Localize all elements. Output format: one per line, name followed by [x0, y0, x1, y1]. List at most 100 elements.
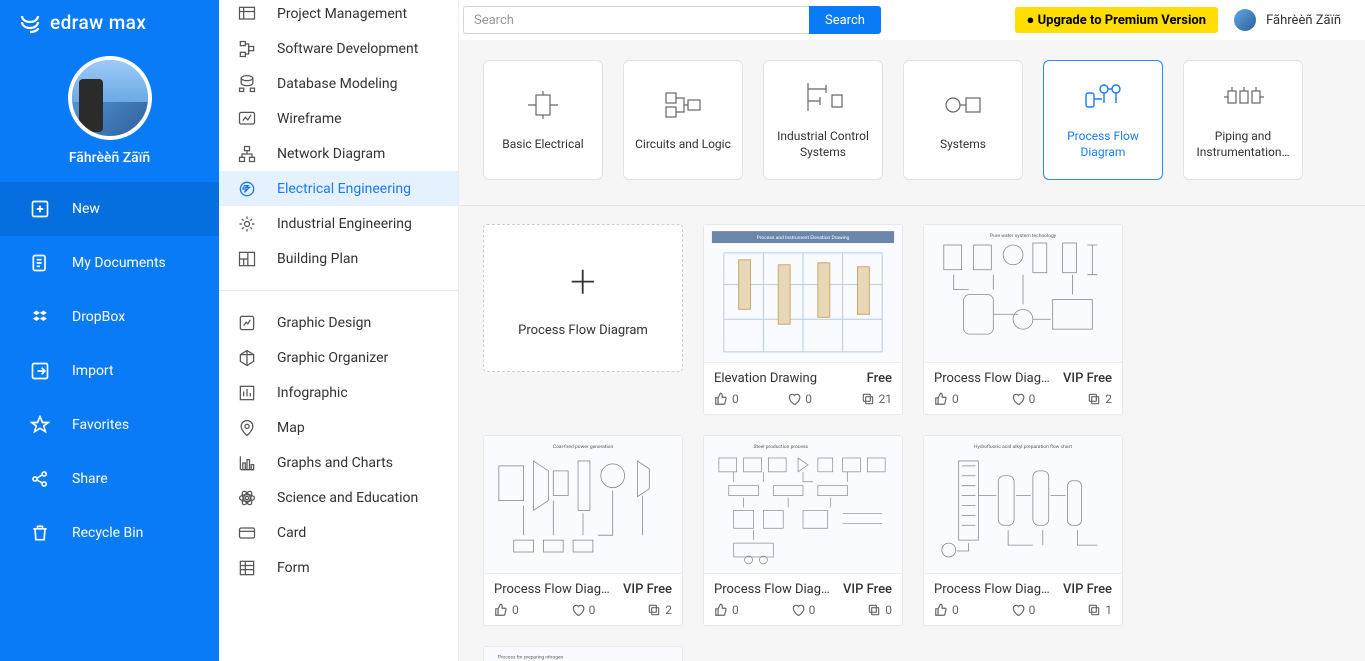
- svg-text:Steel production process: Steel production process: [754, 444, 809, 450]
- nav-dropbox[interactable]: DropBox: [0, 290, 219, 344]
- infographic-icon: [237, 383, 257, 403]
- fav-count[interactable]: 0: [787, 392, 812, 406]
- copy-count[interactable]: 2: [1087, 392, 1112, 406]
- map-icon: [237, 418, 257, 438]
- cat-graphs-charts[interactable]: Graphs and Charts: [219, 445, 458, 480]
- search-input[interactable]: [463, 6, 809, 34]
- like-count[interactable]: 0: [714, 603, 739, 617]
- copy-count[interactable]: 2: [647, 603, 672, 617]
- template-card[interactable]: Process for preparing nitrogen: [483, 646, 683, 661]
- cat-label: Industrial Engineering: [277, 216, 412, 232]
- heart-icon: [1011, 603, 1025, 617]
- cat-map[interactable]: Map: [219, 410, 458, 445]
- cat-graphic-organizer[interactable]: Graphic Organizer: [219, 340, 458, 375]
- copy-icon: [647, 603, 661, 617]
- tile-label: Piping and Instrumentation…: [1190, 129, 1296, 160]
- systems-icon: [938, 87, 988, 123]
- template-title: Process Flow Diag…: [714, 582, 830, 597]
- thumbs-up-icon: [714, 603, 728, 617]
- tile-industrial-control[interactable]: Industrial Control Systems: [763, 60, 883, 180]
- template-card[interactable]: Steel production process Process Flow Di…: [703, 435, 903, 626]
- fav-count[interactable]: 0: [1011, 603, 1036, 617]
- new-diagram-card[interactable]: + Process Flow Diagram: [483, 224, 683, 372]
- tile-label: Systems: [940, 137, 986, 153]
- cat-form[interactable]: Form: [219, 550, 458, 585]
- cat-card[interactable]: Card: [219, 515, 458, 550]
- share-icon: [30, 469, 50, 489]
- fav-count[interactable]: 0: [571, 603, 596, 617]
- form-icon: [237, 558, 257, 578]
- cat-label: Map: [277, 420, 305, 436]
- cat-wireframe[interactable]: Wireframe: [219, 101, 458, 136]
- template-card[interactable]: Coal-fired power generation Process Flow…: [483, 435, 683, 626]
- cat-database-modeling[interactable]: Database Modeling: [219, 66, 458, 101]
- cat-software-development[interactable]: Software Development: [219, 31, 458, 66]
- copy-count[interactable]: 1: [1087, 603, 1112, 617]
- fav-count[interactable]: 0: [1011, 392, 1036, 406]
- template-card[interactable]: Hydrofluoric acid alkyl preparation flow…: [923, 435, 1123, 626]
- fav-count[interactable]: 0: [791, 603, 816, 617]
- cat-electrical-engineering[interactable]: Electrical Engineering: [219, 171, 458, 206]
- nav-share[interactable]: Share: [0, 452, 219, 506]
- template-card[interactable]: Process and Instrument Elevation Drawing…: [703, 224, 903, 415]
- thumbnail: Process and Instrument Elevation Drawing: [704, 225, 902, 363]
- category-sidebar: Project Management Software Development …: [219, 0, 459, 661]
- thumbnail: Process for preparing nitrogen: [484, 647, 682, 661]
- thumbs-up-icon: [934, 392, 948, 406]
- cat-infographic[interactable]: Infographic: [219, 375, 458, 410]
- nav-my-documents[interactable]: My Documents: [0, 236, 219, 290]
- template-tag: VIP Free: [623, 582, 672, 597]
- cat-label: Card: [277, 525, 306, 541]
- avatar-small: [1234, 9, 1256, 31]
- svg-text:Process and Instrument Elevati: Process and Instrument Elevation Drawing: [757, 235, 850, 241]
- tile-piping[interactable]: Piping and Instrumentation…: [1183, 60, 1303, 180]
- thumbnail: Pure water system technology: [924, 225, 1122, 363]
- copy-count[interactable]: 21: [861, 392, 893, 406]
- nav-import[interactable]: Import: [0, 344, 219, 398]
- nav-new[interactable]: New: [0, 182, 219, 236]
- cat-science-education[interactable]: Science and Education: [219, 480, 458, 515]
- template-card[interactable]: Pure water system technology Process Flo…: [923, 224, 1123, 415]
- template-grid: + Process Flow Diagram Process and Instr…: [483, 224, 1341, 661]
- nav-favorites-label: Favorites: [72, 417, 129, 433]
- new-card-label: Process Flow Diagram: [518, 323, 648, 338]
- nav-recycle-bin[interactable]: Recycle Bin: [0, 506, 219, 560]
- tile-process-flow[interactable]: Process Flow Diagram: [1043, 60, 1163, 180]
- building-icon: [237, 249, 257, 269]
- cat-graphic-design[interactable]: Graphic Design: [219, 305, 458, 340]
- template-title: Process Flow Diag…: [934, 371, 1050, 386]
- search-button[interactable]: Search: [809, 6, 881, 34]
- cat-label: Science and Education: [277, 490, 418, 506]
- cat-label: Network Diagram: [277, 146, 385, 162]
- category-divider: [219, 290, 458, 291]
- charts-icon: [237, 453, 257, 473]
- user-menu[interactable]: Fãhrèèñ Zãïñ: [1234, 9, 1341, 31]
- copy-icon: [1087, 603, 1101, 617]
- cat-industrial-engineering[interactable]: Industrial Engineering: [219, 206, 458, 241]
- svg-text:Process for preparing nitrogen: Process for preparing nitrogen: [498, 654, 564, 661]
- heart-icon: [791, 603, 805, 617]
- cat-label: Infographic: [277, 385, 348, 401]
- copy-count[interactable]: 0: [867, 603, 892, 617]
- upgrade-button[interactable]: ● Upgrade to Premium Version: [1015, 7, 1219, 33]
- tile-basic-electrical[interactable]: Basic Electrical: [483, 60, 603, 180]
- tile-systems[interactable]: Systems: [903, 60, 1023, 180]
- copy-icon: [1087, 392, 1101, 406]
- like-count[interactable]: 0: [714, 392, 739, 406]
- like-count[interactable]: 0: [934, 392, 959, 406]
- project-icon: [237, 4, 257, 24]
- card-icon: [237, 523, 257, 543]
- cat-project-management[interactable]: Project Management: [219, 0, 458, 31]
- like-count[interactable]: 0: [934, 603, 959, 617]
- subtype-tiles: Basic Electrical Circuits and Logic Indu…: [483, 40, 1341, 224]
- app-logo[interactable]: edraw max: [0, 0, 219, 42]
- tile-circuits-logic[interactable]: Circuits and Logic: [623, 60, 743, 180]
- thumbnail: Coal-fired power generation: [484, 436, 682, 574]
- like-count[interactable]: 0: [494, 603, 519, 617]
- cat-network-diagram[interactable]: Network Diagram: [219, 136, 458, 171]
- network-icon: [237, 144, 257, 164]
- cat-building-plan[interactable]: Building Plan: [219, 241, 458, 276]
- basic-electrical-icon: [518, 87, 568, 123]
- avatar[interactable]: [68, 56, 152, 140]
- nav-favorites[interactable]: Favorites: [0, 398, 219, 452]
